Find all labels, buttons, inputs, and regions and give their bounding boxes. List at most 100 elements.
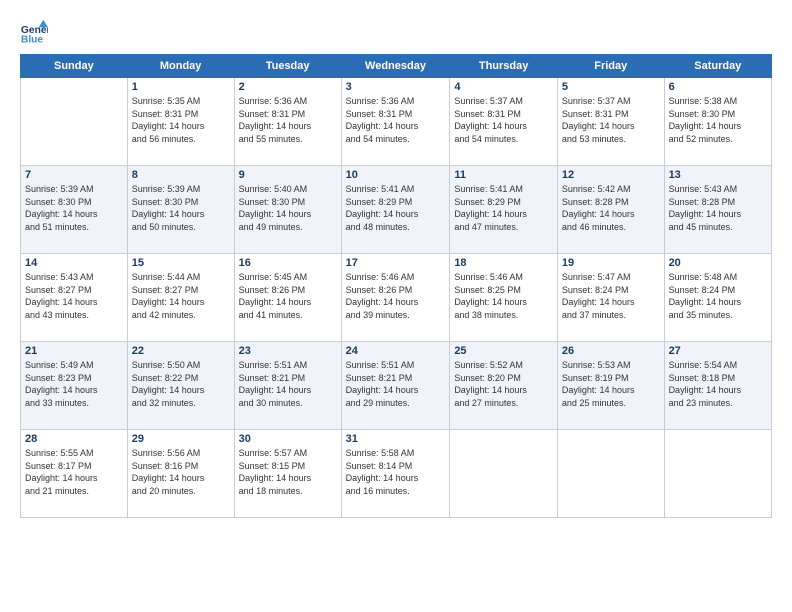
daylight-line2: and 50 minutes. xyxy=(132,222,196,232)
calendar-cell xyxy=(21,78,128,166)
sunrise: Sunrise: 5:46 AM xyxy=(454,272,523,282)
calendar-cell: 20Sunrise: 5:48 AMSunset: 8:24 PMDayligh… xyxy=(664,254,771,342)
sunrise: Sunrise: 5:49 AM xyxy=(25,360,94,370)
sunrise: Sunrise: 5:37 AM xyxy=(454,96,523,106)
week-row-2: 14Sunrise: 5:43 AMSunset: 8:27 PMDayligh… xyxy=(21,254,772,342)
calendar-cell: 19 Sunrise: 5:47 AMSunset: 8:24 PMDayligh… xyxy=(557,254,664,342)
daylight-line2: and 55 minutes. xyxy=(239,134,303,144)
sunset: Sunset: 8:30 PM xyxy=(25,197,92,207)
daylight-line2: and 46 minutes. xyxy=(562,222,626,232)
day-info: Sunrise: 5:52 AMSunset: 8:20 PMDaylight:… xyxy=(454,359,553,409)
sunset: Sunset: 8:24 PM xyxy=(669,285,736,295)
day-info: Sunrise: 5:46 AMSunset: 8:26 PMDaylight:… xyxy=(346,271,446,321)
daylight-line2: and 49 minutes. xyxy=(239,222,303,232)
calendar-cell: 22Sunrise: 5:50 AMSunset: 8:22 PMDayligh… xyxy=(127,342,234,430)
sunrise: Sunrise: 5:58 AM xyxy=(346,448,415,458)
calendar-cell: 30 Sunrise: 5:57 AMSunset: 8:15 PMDayligh… xyxy=(234,430,341,518)
daylight-line2: and 38 minutes. xyxy=(454,310,518,320)
day-number: 23 xyxy=(239,345,337,357)
daylight-line2: and 18 minutes. xyxy=(239,486,303,496)
day-number: 20 xyxy=(669,257,767,269)
sunset: Sunset: 8:28 PM xyxy=(562,197,629,207)
daylight-line1: Daylight: 14 hours xyxy=(562,385,635,395)
day-info: Sunrise: 5:47 AMSunset: 8:24 PMDaylight:… xyxy=(562,271,660,321)
sunset: Sunset: 8:27 PM xyxy=(132,285,199,295)
calendar-cell: 21Sunrise: 5:49 AMSunset: 8:23 PMDayligh… xyxy=(21,342,128,430)
day-number: 19 xyxy=(562,257,660,269)
sunset: Sunset: 8:20 PM xyxy=(454,373,521,383)
daylight-line1: Daylight: 14 hours xyxy=(346,297,419,307)
logo: General Blue xyxy=(20,18,48,46)
daylight-line1: Daylight: 14 hours xyxy=(346,121,419,131)
calendar-cell: 16Sunrise: 5:45 AMSunset: 8:26 PMDayligh… xyxy=(234,254,341,342)
calendar-cell: 8 Sunrise: 5:39 AMSunset: 8:30 PMDaylight… xyxy=(127,166,234,254)
daylight-line1: Daylight: 14 hours xyxy=(239,385,312,395)
sunrise: Sunrise: 5:44 AM xyxy=(132,272,201,282)
sunrise: Sunrise: 5:51 AM xyxy=(346,360,415,370)
day-number: 18 xyxy=(454,257,553,269)
calendar-cell: 9Sunrise: 5:40 AMSunset: 8:30 PMDaylight… xyxy=(234,166,341,254)
daylight-line2: and 54 minutes. xyxy=(454,134,518,144)
sunrise: Sunrise: 5:36 AM xyxy=(239,96,308,106)
day-info: Sunrise: 5:39 AMSunset: 8:30 PMDaylight:… xyxy=(25,183,123,233)
day-number: 25 xyxy=(454,345,553,357)
daylight-line1: Daylight: 14 hours xyxy=(25,473,98,483)
calendar-cell: 10Sunrise: 5:41 AMSunset: 8:29 PMDayligh… xyxy=(341,166,450,254)
day-info: Sunrise: 5:54 AMSunset: 8:18 PMDaylight:… xyxy=(669,359,767,409)
day-number: 17 xyxy=(346,257,446,269)
sunset: Sunset: 8:26 PM xyxy=(239,285,306,295)
daylight-line2: and 23 minutes. xyxy=(669,398,733,408)
sunrise: Sunrise: 5:38 AM xyxy=(669,96,738,106)
day-number: 27 xyxy=(669,345,767,357)
day-number: 9 xyxy=(239,169,337,181)
daylight-line2: and 21 minutes. xyxy=(25,486,89,496)
calendar-cell: 27 Sunrise: 5:54 AMSunset: 8:18 PMDayligh… xyxy=(664,342,771,430)
daylight-line1: Daylight: 14 hours xyxy=(132,121,205,131)
daylight-line2: and 30 minutes. xyxy=(239,398,303,408)
day-info: Sunrise: 5:56 AMSunset: 8:16 PMDaylight:… xyxy=(132,447,230,497)
sunrise: Sunrise: 5:48 AM xyxy=(669,272,738,282)
week-row-1: 7Sunrise: 5:39 AMSunset: 8:30 PMDaylight… xyxy=(21,166,772,254)
daylight-line2: and 56 minutes. xyxy=(132,134,196,144)
header: General Blue xyxy=(20,18,772,46)
sunrise: Sunrise: 5:39 AM xyxy=(25,184,94,194)
sunrise: Sunrise: 5:43 AM xyxy=(25,272,94,282)
sunset: Sunset: 8:16 PM xyxy=(132,461,199,471)
daylight-line2: and 42 minutes. xyxy=(132,310,196,320)
day-info: Sunrise: 5:41 AMSunset: 8:29 PMDaylight:… xyxy=(346,183,446,233)
day-info: Sunrise: 5:43 AMSunset: 8:27 PMDaylight:… xyxy=(25,271,123,321)
day-info: Sunrise: 5:51 AMSunset: 8:21 PMDaylight:… xyxy=(239,359,337,409)
day-info: Sunrise: 5:39 AMSunset: 8:30 PMDaylight:… xyxy=(132,183,230,233)
daylight-line2: and 48 minutes. xyxy=(346,222,410,232)
calendar-cell: 18Sunrise: 5:46 AMSunset: 8:25 PMDayligh… xyxy=(450,254,558,342)
daylight-line2: and 29 minutes. xyxy=(346,398,410,408)
day-number: 8 xyxy=(132,169,230,181)
day-number: 21 xyxy=(25,345,123,357)
daylight-line1: Daylight: 14 hours xyxy=(132,297,205,307)
sunrise: Sunrise: 5:36 AM xyxy=(346,96,415,106)
sunset: Sunset: 8:30 PM xyxy=(239,197,306,207)
header-day-wednesday: Wednesday xyxy=(341,55,450,78)
sunset: Sunset: 8:29 PM xyxy=(454,197,521,207)
daylight-line1: Daylight: 14 hours xyxy=(132,473,205,483)
sunrise: Sunrise: 5:57 AM xyxy=(239,448,308,458)
header-day-saturday: Saturday xyxy=(664,55,771,78)
calendar-cell: 4Sunrise: 5:37 AMSunset: 8:31 PMDaylight… xyxy=(450,78,558,166)
logo-icon: General Blue xyxy=(20,18,48,46)
daylight-line1: Daylight: 14 hours xyxy=(454,209,527,219)
day-number: 30 xyxy=(239,433,337,445)
header-row: SundayMondayTuesdayWednesdayThursdayFrid… xyxy=(21,55,772,78)
calendar-cell: 29Sunrise: 5:56 AMSunset: 8:16 PMDayligh… xyxy=(127,430,234,518)
day-info: Sunrise: 5:37 AMSunset: 8:31 PMDaylight:… xyxy=(454,95,553,145)
day-info: Sunrise: 5:57 AMSunset: 8:15 PMDaylight:… xyxy=(239,447,337,497)
sunrise: Sunrise: 5:54 AM xyxy=(669,360,738,370)
day-number: 3 xyxy=(346,81,446,93)
sunrise: Sunrise: 5:43 AM xyxy=(669,184,738,194)
calendar-cell: 13Sunrise: 5:43 AMSunset: 8:28 PMDayligh… xyxy=(664,166,771,254)
daylight-line2: and 47 minutes. xyxy=(454,222,518,232)
sunset: Sunset: 8:31 PM xyxy=(562,109,629,119)
day-number: 13 xyxy=(669,169,767,181)
sunset: Sunset: 8:21 PM xyxy=(239,373,306,383)
daylight-line1: Daylight: 14 hours xyxy=(239,473,312,483)
daylight-line1: Daylight: 14 hours xyxy=(239,209,312,219)
